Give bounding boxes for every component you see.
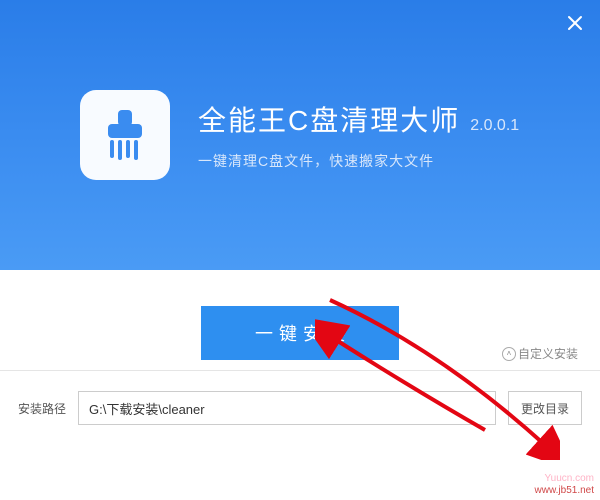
chevron-up-icon: ˄ [502, 347, 516, 361]
watermark: Yuucn.com www.jb51.net [535, 473, 594, 497]
app-version: 2.0.0.1 [470, 117, 519, 135]
hero-text: 全能王C盘清理大师 2.0.0.1 一键清理C盘文件，快速搬家大文件 [198, 99, 519, 171]
watermark-line-2: www.jb51.net [535, 485, 594, 497]
watermark-line-1: Yuucn.com [535, 473, 594, 485]
install-path-row: 安装路径 更改目录 [0, 371, 600, 445]
path-input[interactable] [78, 391, 496, 425]
action-area: 一键安装 ˄ 自定义安装 [0, 270, 600, 370]
custom-install-label: 自定义安装 [518, 345, 578, 362]
close-button[interactable] [560, 8, 590, 38]
app-logo [80, 90, 170, 180]
brush-icon [98, 106, 152, 164]
app-title: 全能王C盘清理大师 [198, 99, 460, 139]
change-dir-button[interactable]: 更改目录 [508, 391, 582, 425]
path-label: 安装路径 [18, 400, 66, 417]
hero-banner: 全能王C盘清理大师 2.0.0.1 一键清理C盘文件，快速搬家大文件 [0, 0, 600, 270]
custom-install-toggle[interactable]: ˄ 自定义安装 [502, 345, 578, 362]
close-icon [567, 15, 583, 31]
install-button[interactable]: 一键安装 [201, 306, 399, 360]
app-subtitle: 一键清理C盘文件，快速搬家大文件 [198, 151, 519, 171]
